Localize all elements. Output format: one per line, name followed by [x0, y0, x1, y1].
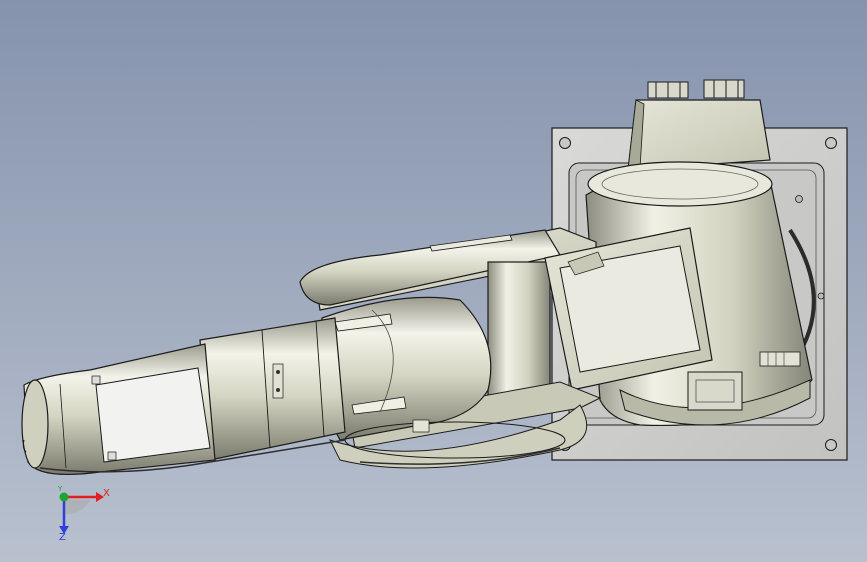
y-axis-marker [59, 492, 69, 502]
axis-triad [59, 492, 104, 534]
mount-hole [559, 137, 571, 149]
forearm-link [199, 317, 346, 461]
mount-hole [825, 137, 837, 149]
end-effector [21, 343, 216, 476]
tool-label-window [95, 367, 211, 463]
z-axis-label: Z [59, 532, 66, 543]
vertical-pillar [487, 261, 551, 403]
cad-viewport[interactable]: X Y Z [0, 0, 867, 562]
connector-box [627, 79, 771, 171]
robot-arm-model [21, 79, 848, 534]
x-axis-label: X [103, 488, 110, 499]
y-axis-label: Y [58, 485, 63, 493]
mount-hole [825, 439, 837, 451]
